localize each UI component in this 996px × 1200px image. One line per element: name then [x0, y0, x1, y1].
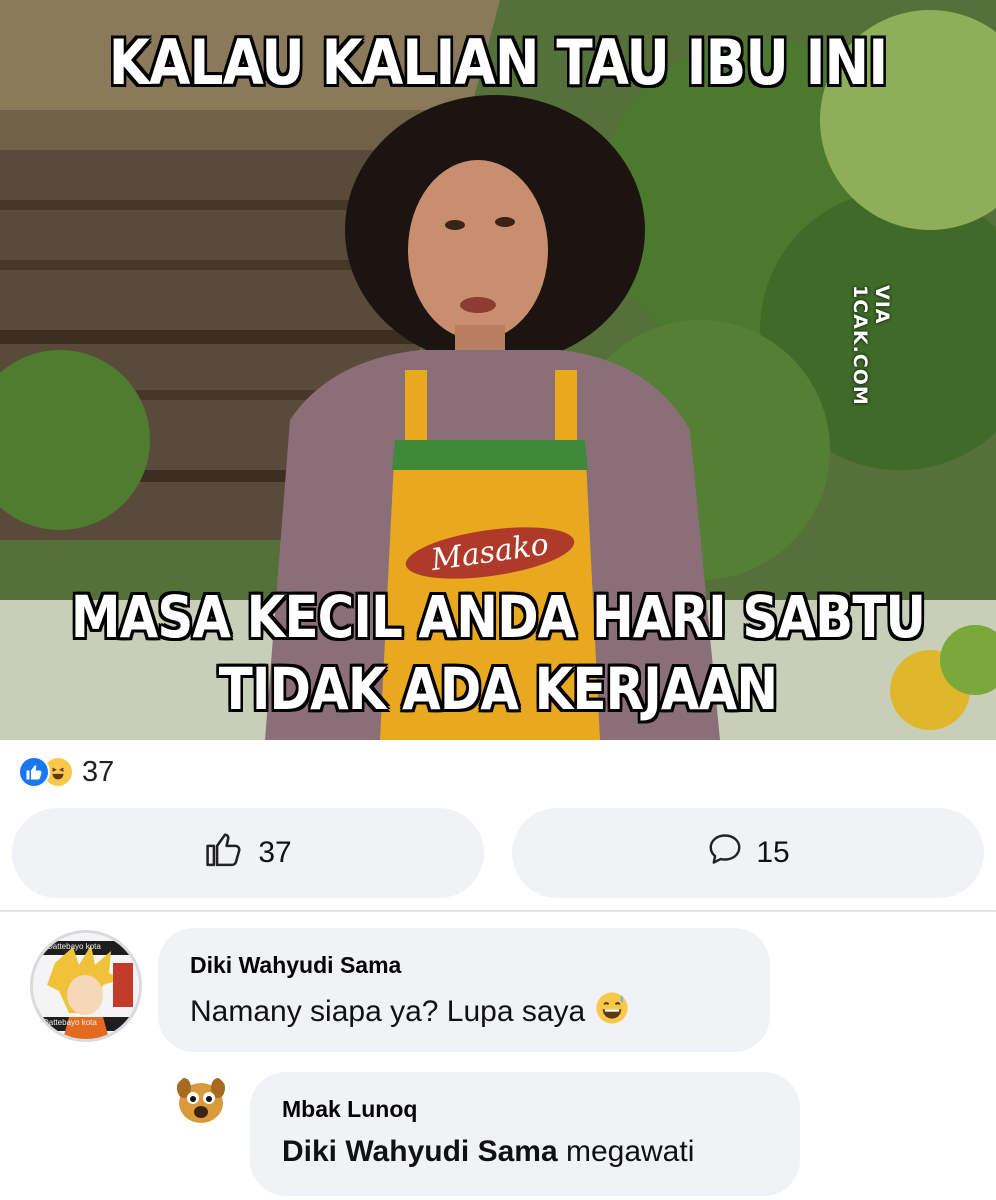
meme-caption-bottom-line2: TIDAK ADA KERJAAN — [218, 655, 778, 723]
comment-bubble-icon — [706, 831, 744, 875]
comment-author[interactable]: Mbak Lunoq — [282, 1096, 768, 1123]
like-icon — [18, 756, 50, 788]
watermark: VIA 1CAK.COM — [849, 285, 893, 406]
reply-bubble[interactable]: Mbak Lunoq Diki Wahyudi Sama megawati — [250, 1072, 800, 1196]
comment-text: megawati — [565, 1135, 695, 1168]
comment-text-line: Namany siapa ya? Lupa saya — [190, 991, 738, 1033]
dog-avatar-image — [172, 1072, 230, 1130]
comment-count: 15 — [756, 836, 790, 869]
mention-link[interactable]: Diki Wahyudi Sama — [282, 1135, 558, 1168]
reaction-summary[interactable]: 37 — [18, 752, 114, 792]
meme-image[interactable]: Masako KALAU KALIAN TAU IBU INI MASA KEC… — [0, 0, 996, 740]
comment-author[interactable]: Diki Wahyudi Sama — [190, 952, 738, 979]
avatar-label-bottom: Dattebayo kota — [43, 1018, 97, 1027]
like-count: 37 — [258, 836, 292, 869]
grinning-sweat-emoji-icon — [595, 991, 629, 1033]
avatar-label-top: Dattebayo kota — [47, 942, 101, 951]
meme-caption-top: KALAU KALIAN TAU IBU INI — [108, 26, 888, 99]
avatar[interactable]: Dattebayo kota Dattebayo kota — [30, 930, 142, 1042]
comment-bubble[interactable]: Diki Wahyudi Sama Namany siapa ya? Lupa … — [158, 928, 770, 1052]
meme-caption-bottom-line1: MASA KECIL ANDA HARI SABTU — [70, 583, 926, 651]
comment-text-line: Diki Wahyudi Sama megawati — [282, 1135, 768, 1169]
comment-button[interactable]: 15 — [512, 808, 984, 898]
avatar[interactable] — [172, 1072, 230, 1130]
thumbs-up-icon — [204, 830, 246, 876]
divider — [0, 910, 996, 912]
like-button[interactable]: 37 — [12, 808, 484, 898]
comment-text: Namany siapa ya? Lupa saya — [190, 995, 586, 1028]
reaction-count: 37 — [82, 755, 115, 788]
